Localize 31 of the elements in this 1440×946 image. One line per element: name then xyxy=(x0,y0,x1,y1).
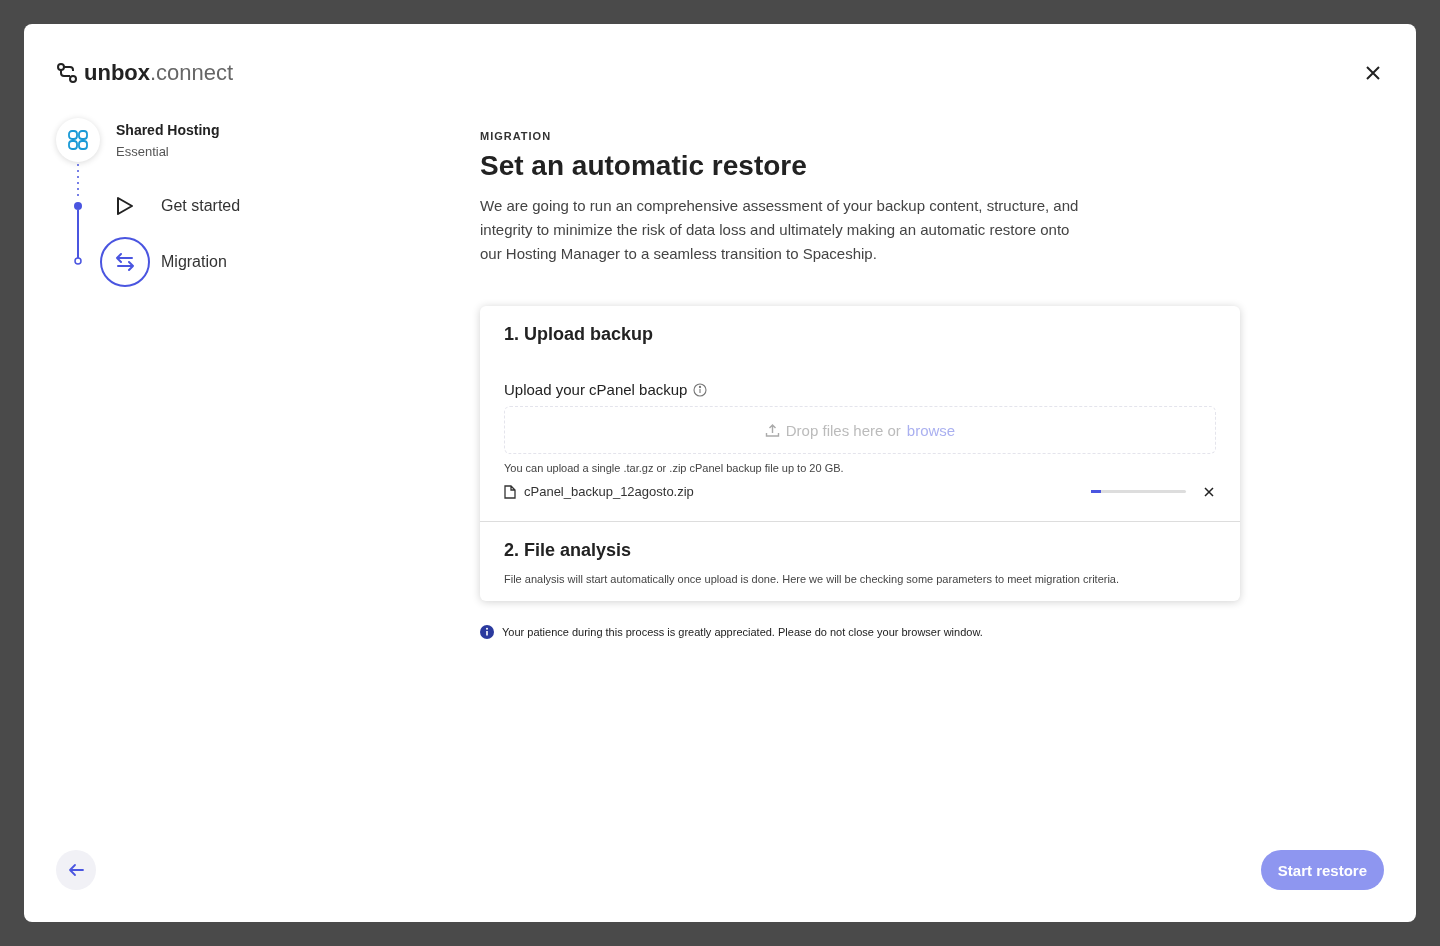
drop-hint: Drop files here or xyxy=(785,421,901,439)
info-icon xyxy=(480,625,494,639)
section-title: 2. File analysis xyxy=(504,540,633,561)
section-eyebrow: MIGRATION xyxy=(480,130,553,142)
analysis-description: File analysis will start automatically once upload is done. Here we will be checking some parameters to meet migration criteria. xyxy=(504,573,1121,585)
step-item[interactable]: Migration xyxy=(100,237,241,287)
browse-link[interactable]: browse xyxy=(906,421,956,439)
notice-text: Your patience during this process is greatly appreciated. Please do not close your browser window. xyxy=(502,626,983,638)
section-title: 1. Upload backup xyxy=(504,324,655,345)
page-description: We are going to run an comprehensive assessment of your backup content, structure, and integrity to minimize the risk of data loss and ultimately making an automatic restore onto our Hosting Manager to a seamless transition to Spaceship. xyxy=(480,196,1080,264)
swap-arrows-icon xyxy=(114,252,136,272)
step-item[interactable]: Get started xyxy=(100,181,241,231)
close-icon xyxy=(1204,486,1214,497)
remove-file-button[interactable] xyxy=(1202,484,1216,499)
plan-subtitle: Essential xyxy=(116,144,170,159)
file-drop-zone[interactable]: Drop files here or browse xyxy=(504,406,1216,454)
plan-title: Shared Hosting xyxy=(116,122,220,138)
play-icon xyxy=(116,196,134,216)
info-icon[interactable] xyxy=(693,382,708,397)
grid-icon xyxy=(67,129,89,151)
back-arrow-icon xyxy=(68,863,84,877)
upload-hint: You can upload a single .tar.gz or .zip cPanel backup file up to 20 GB. xyxy=(504,462,845,474)
logo-icon xyxy=(56,62,78,84)
back-button[interactable] xyxy=(56,850,96,890)
file-icon xyxy=(504,484,516,499)
page-title: Set an automatic restore xyxy=(480,150,808,182)
upload-icon xyxy=(764,422,780,438)
logo-text: unbox.connect xyxy=(84,60,234,86)
field-label: Upload your cPanel backup xyxy=(504,381,688,398)
close-icon xyxy=(1366,66,1380,80)
file-name: cPanel_backup_12agosto.zip xyxy=(524,484,695,499)
